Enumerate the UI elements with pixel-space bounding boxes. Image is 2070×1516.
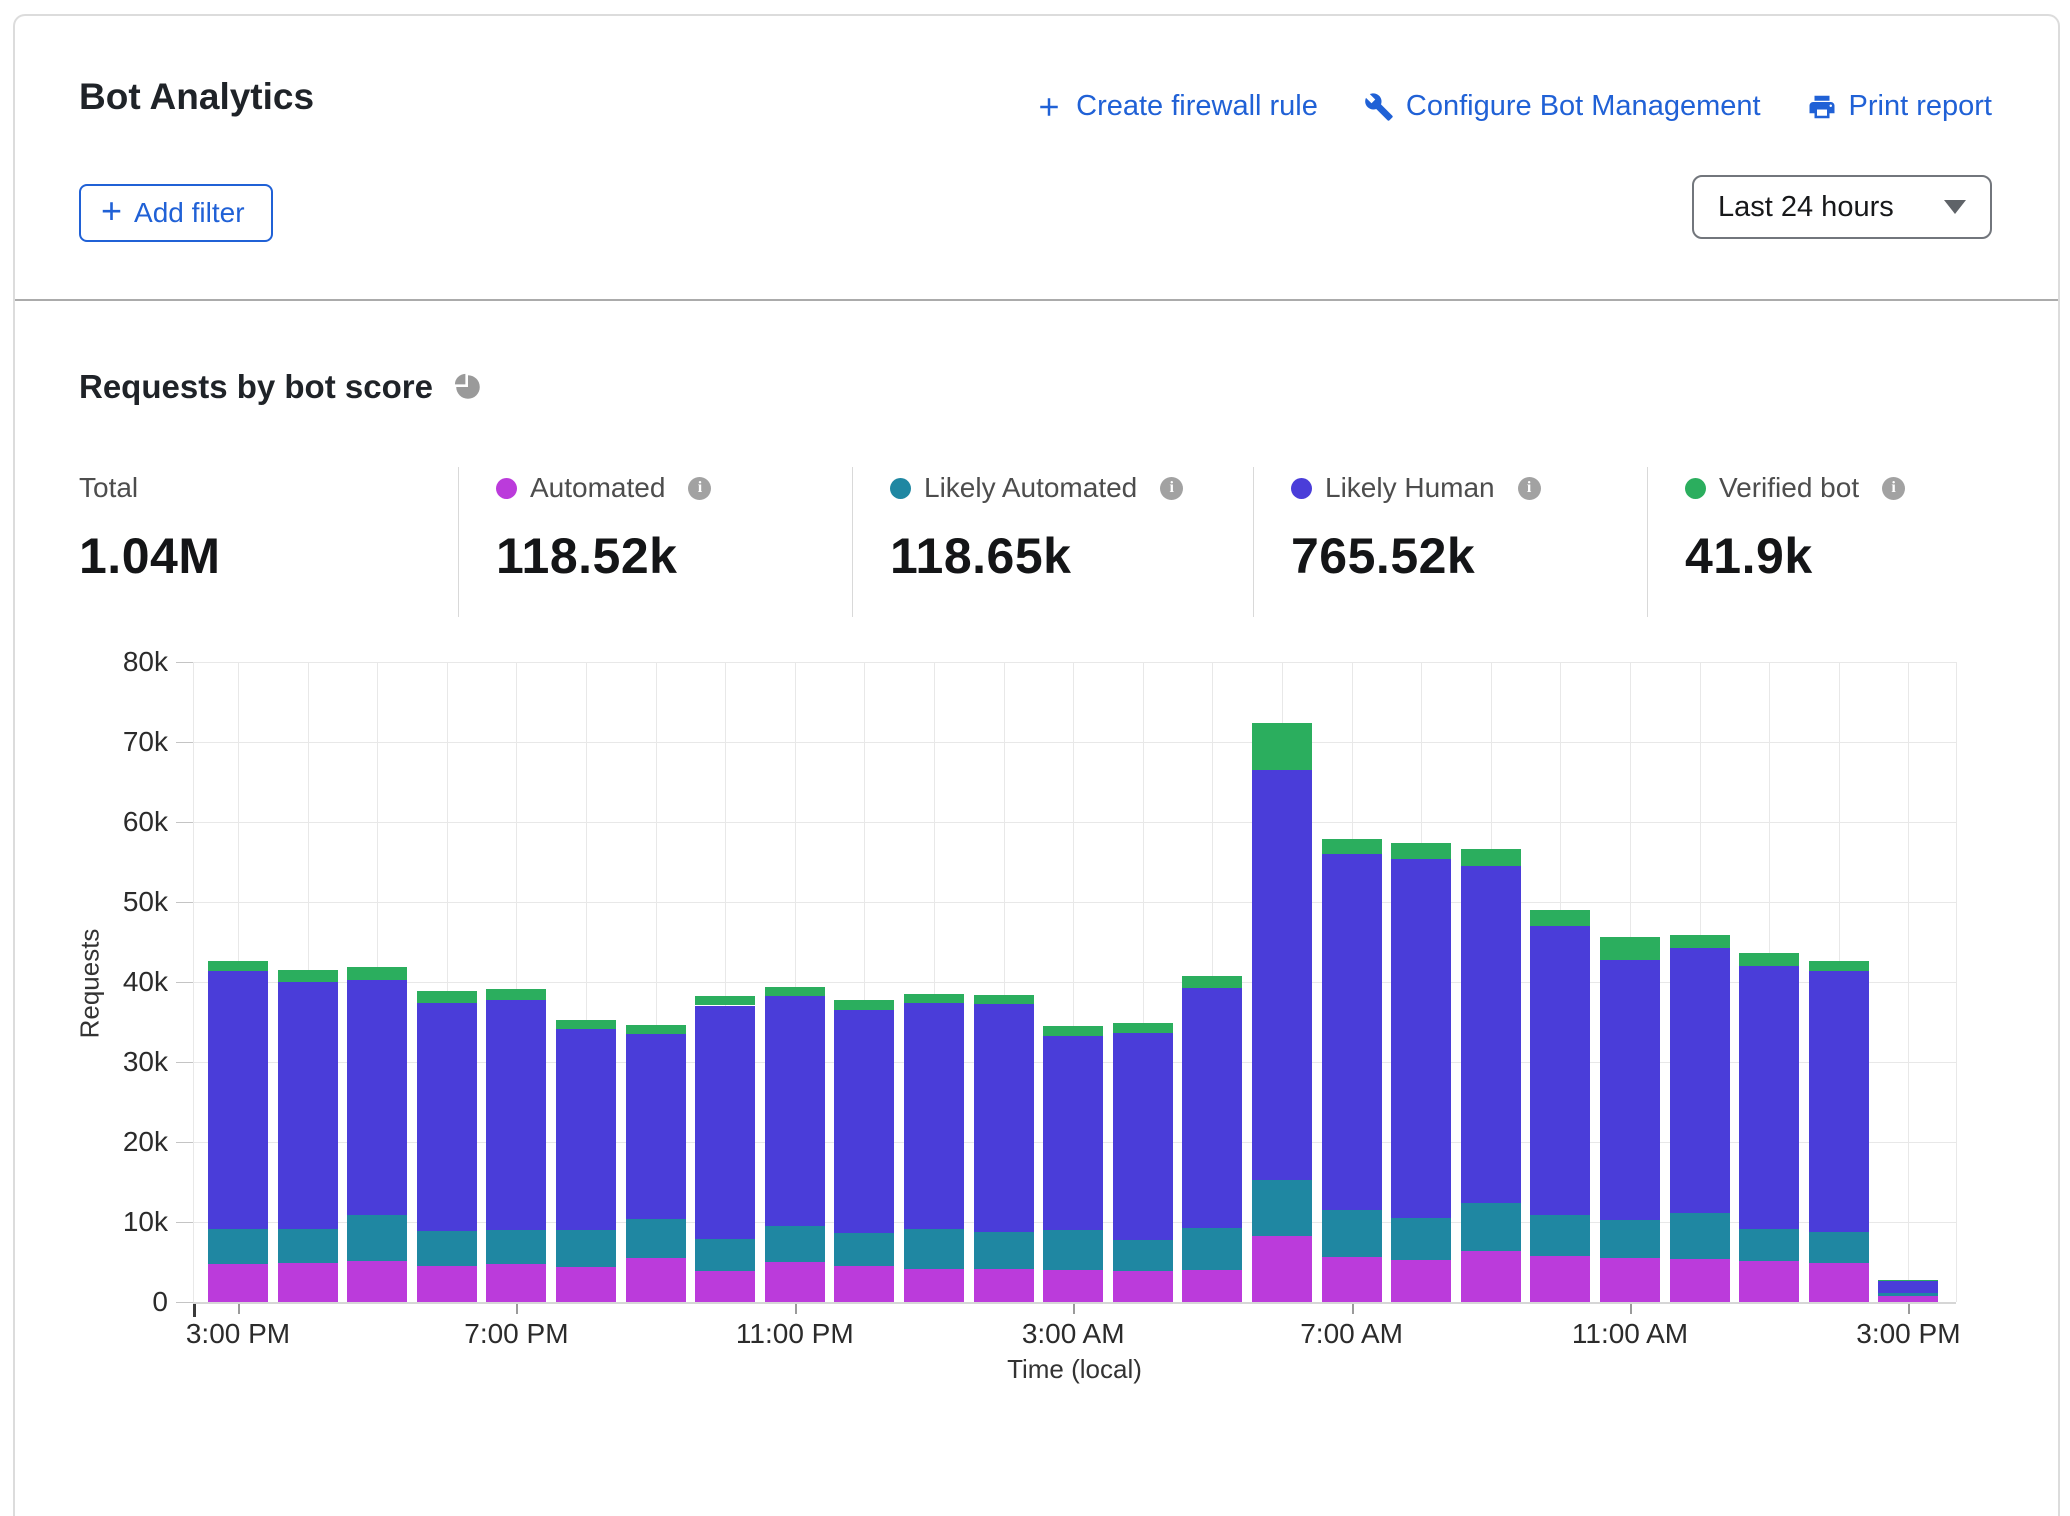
stats-row: Total 1.04M Automated i 118.52k Likely Automa… xyxy=(79,471,2019,651)
stat-value: 118.65k xyxy=(890,527,1183,585)
plus-icon: + xyxy=(101,197,122,225)
printer-icon xyxy=(1807,92,1837,122)
card-header: Bot Analytics Create firewall rule Config… xyxy=(15,16,2058,301)
stat-value: 1.04M xyxy=(79,527,220,585)
section-title: Requests by bot score xyxy=(79,368,433,406)
legend-dot xyxy=(496,478,517,499)
info-icon[interactable]: i xyxy=(1518,477,1541,500)
stat-label: Likely Automated xyxy=(924,472,1137,504)
stat-likely-automated: Likely Automated i 118.65k xyxy=(890,471,1183,585)
stat-divider xyxy=(458,467,459,617)
time-range-dropdown[interactable]: Last 24 hours xyxy=(1692,175,1992,239)
stat-automated: Automated i 118.52k xyxy=(496,471,711,585)
action-label: Create firewall rule xyxy=(1076,90,1318,123)
action-link-print-report[interactable]: Print report xyxy=(1807,90,1992,123)
info-icon[interactable]: i xyxy=(688,477,711,500)
info-icon[interactable]: i xyxy=(1882,477,1905,500)
stat-divider xyxy=(1253,467,1254,617)
wrench-icon xyxy=(1364,92,1394,122)
add-filter-button[interactable]: + Add filter xyxy=(79,184,273,242)
header-actions: Create firewall rule Configure Bot Manage… xyxy=(1034,90,1992,123)
stat-label: Likely Human xyxy=(1325,472,1495,504)
stat-total: Total 1.04M xyxy=(79,471,220,585)
legend-dot xyxy=(1291,478,1312,499)
action-label: Configure Bot Management xyxy=(1406,90,1761,123)
legend-dot xyxy=(1685,478,1706,499)
time-range-value: Last 24 hours xyxy=(1718,191,1894,224)
stat-verified-bot: Verified bot i 41.9k xyxy=(1685,471,1905,585)
info-icon[interactable]: i xyxy=(1160,477,1183,500)
stat-label: Verified bot xyxy=(1719,472,1859,504)
section-title-row: Requests by bot score xyxy=(79,368,485,406)
chevron-down-icon xyxy=(1944,200,1966,214)
stat-divider xyxy=(1647,467,1648,617)
stat-divider xyxy=(852,467,853,617)
stat-value: 765.52k xyxy=(1291,527,1541,585)
action-link-create-firewall-rule[interactable]: Create firewall rule xyxy=(1034,90,1318,123)
plus-icon xyxy=(1034,92,1064,122)
page-title: Bot Analytics xyxy=(79,76,314,118)
stat-label: Total xyxy=(79,472,138,504)
bot-analytics-card: Bot Analytics Create firewall rule Config… xyxy=(13,14,2060,1516)
stat-value: 41.9k xyxy=(1685,527,1905,585)
stat-likely-human: Likely Human i 765.52k xyxy=(1291,471,1541,585)
pie-chart-icon xyxy=(451,370,485,404)
action-link-configure-bot-management[interactable]: Configure Bot Management xyxy=(1364,90,1761,123)
stat-value: 118.52k xyxy=(496,527,711,585)
stat-label: Automated xyxy=(530,472,665,504)
legend-dot xyxy=(890,478,911,499)
action-label: Print report xyxy=(1849,90,1992,123)
add-filter-label: Add filter xyxy=(134,197,245,229)
